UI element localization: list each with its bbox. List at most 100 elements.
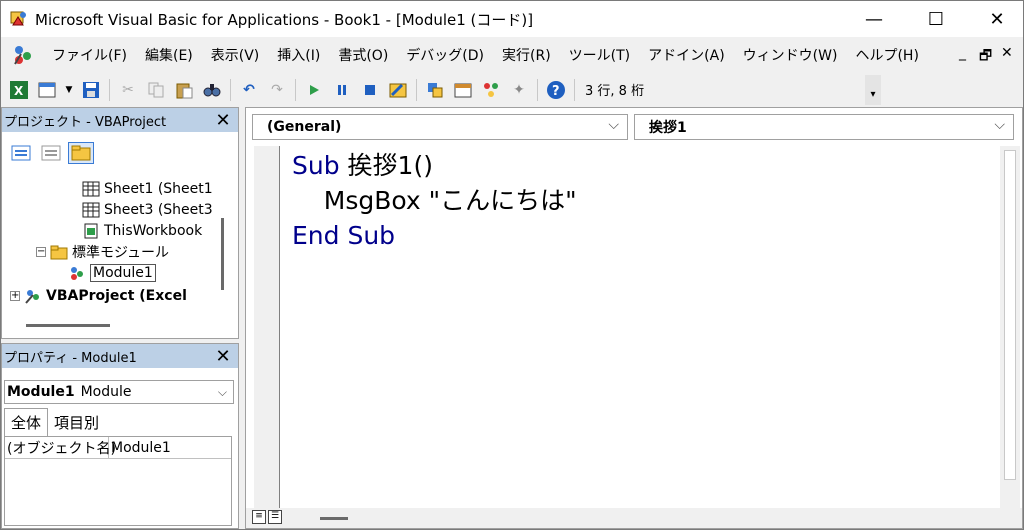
menu-window[interactable]: ウィンドウ(W)	[734, 45, 847, 65]
run-icon[interactable]	[303, 79, 325, 101]
properties-window-icon[interactable]	[452, 79, 474, 101]
expand-icon[interactable]: +	[10, 290, 20, 301]
insert-userform-icon[interactable]	[36, 79, 58, 101]
menu-run[interactable]: 実行(R)	[493, 45, 560, 65]
properties-panel-title: プロパティ - Module1	[4, 350, 137, 366]
toolbar-separator	[537, 78, 538, 101]
property-key: (オブジェクト名)	[5, 437, 116, 458]
toolbar-separator	[295, 78, 296, 101]
object-browser-icon[interactable]	[480, 79, 502, 101]
worksheet-icon	[82, 202, 100, 218]
code-line-3: End Sub	[292, 221, 396, 250]
toggle-folders-icon[interactable]	[68, 142, 94, 164]
menu-edit[interactable]: 編集(E)	[136, 45, 202, 65]
project-panel-close-button[interactable]: ✕	[212, 110, 234, 131]
design-mode-icon[interactable]	[387, 79, 409, 101]
property-row[interactable]: (オブジェクト名) Module1	[5, 437, 231, 459]
cursor-position: 3 行, 8 桁	[585, 84, 645, 99]
save-icon[interactable]	[80, 79, 102, 101]
object-name: Module1	[7, 384, 75, 400]
copy-icon[interactable]	[145, 79, 167, 101]
tree-item-sheet3[interactable]: Sheet3 (Sheet3	[82, 199, 213, 220]
code-line-1: Sub 挨拶1()	[292, 148, 577, 183]
chevron-down-icon: ⌵	[217, 384, 227, 399]
scrollbar-thumb[interactable]	[1004, 150, 1016, 480]
toolbar-grip[interactable]: ▾	[865, 75, 881, 105]
mdi-restore-button[interactable]: 🗗	[979, 45, 992, 69]
tree-item-label: VBAProject (Excel	[46, 287, 187, 304]
code-bottom-bar: ≡ ☰	[246, 508, 1022, 528]
project-toolbar	[2, 136, 238, 170]
menu-file[interactable]: ファイル(F)	[43, 45, 136, 65]
project-panel-title-bar: プロジェクト - VBAProject ✕	[2, 108, 238, 132]
tree-item-standard-modules[interactable]: − 標準モジュール	[36, 241, 169, 262]
menu-view[interactable]: 表示(V)	[202, 45, 269, 65]
toolbar-separator	[109, 78, 110, 101]
tree-item-vbaproject-excel[interactable]: + VBAProject (Excel	[10, 285, 187, 306]
redo-icon[interactable]: ↷	[266, 79, 288, 101]
close-button[interactable]: ✕	[974, 1, 1020, 37]
standard-toolbar: X ▼ ✂ ↶ ↷ ✦ ? 3 行, 8 桁	[1, 73, 881, 107]
tree-item-label: 標準モジュール	[72, 244, 170, 261]
tree-item-sheet1[interactable]: Sheet1 (Sheet1	[82, 178, 213, 199]
find-icon[interactable]	[201, 79, 223, 101]
reset-icon[interactable]	[359, 79, 381, 101]
project-vertical-scrollbar[interactable]	[221, 218, 224, 290]
toolbar-separator	[230, 78, 231, 101]
module-menu-icon[interactable]	[11, 44, 35, 66]
menu-help[interactable]: ヘルプ(H)	[846, 45, 927, 65]
project-explorer-icon[interactable]	[424, 79, 446, 101]
full-module-view-icon[interactable]: ☰	[268, 510, 282, 524]
undo-icon[interactable]: ↶	[238, 79, 260, 101]
project-horizontal-scrollbar[interactable]	[26, 324, 110, 327]
code-margin[interactable]	[254, 146, 280, 508]
tab-categorized[interactable]: 項目別	[48, 408, 105, 436]
view-object-icon[interactable]	[38, 142, 64, 164]
view-code-icon[interactable]	[8, 142, 34, 164]
menu-tools[interactable]: ツール(T)	[560, 45, 639, 65]
project-explorer-panel: プロジェクト - VBAProject ✕ Sheet1 (Sheet1 She…	[1, 107, 239, 339]
module-icon	[68, 265, 86, 281]
vba-app-icon[interactable]	[9, 9, 29, 29]
toolbox-icon[interactable]: ✦	[508, 79, 530, 101]
properties-panel-title-bar: プロパティ - Module1 ✕	[2, 344, 238, 368]
menu-addins[interactable]: アドイン(A)	[639, 45, 734, 65]
code-horizontal-scrollbar[interactable]	[320, 517, 348, 520]
mdi-minimize-button[interactable]: _	[959, 45, 966, 61]
help-icon[interactable]: ?	[545, 79, 567, 101]
view-excel-icon[interactable]: X	[8, 79, 30, 101]
keyword-sub: Sub	[292, 151, 340, 180]
procedure-combo[interactable]: 挨拶1 ⌵	[634, 114, 1014, 140]
tree-item-module1[interactable]: Module1	[68, 262, 156, 283]
minimize-button[interactable]: —	[851, 1, 897, 37]
tree-item-label: Sheet3 (Sheet3	[104, 201, 213, 218]
tree-item-label: Sheet1 (Sheet1	[104, 180, 213, 197]
toolbar-separator	[416, 78, 417, 101]
menu-format[interactable]: 書式(O)	[329, 45, 397, 65]
menu-debug[interactable]: デバッグ(D)	[397, 45, 493, 65]
paste-icon[interactable]	[173, 79, 195, 101]
properties-panel-close-button[interactable]: ✕	[212, 346, 234, 367]
worksheet-icon	[82, 181, 100, 197]
property-value[interactable]: Module1	[109, 437, 171, 458]
menu-insert[interactable]: 挿入(I)	[268, 45, 329, 65]
chevron-down-icon: ⌵	[994, 117, 1005, 133]
dropdown-arrow-icon[interactable]: ▼	[64, 79, 74, 101]
tree-item-thisworkbook[interactable]: ThisWorkbook	[82, 220, 202, 241]
folder-icon	[50, 244, 68, 260]
svg-text:?: ?	[552, 84, 560, 99]
cut-icon[interactable]: ✂	[117, 79, 139, 101]
mdi-close-button[interactable]: ✕	[1001, 45, 1013, 61]
vba-editor-window: Microsoft Visual Basic for Applications …	[0, 0, 1024, 530]
tab-alphabetic[interactable]: 全体	[4, 408, 49, 436]
code-text: 挨拶1()	[339, 151, 433, 180]
break-icon[interactable]	[331, 79, 353, 101]
object-combo[interactable]: (General) ⌵	[252, 114, 628, 140]
code-vertical-scrollbar[interactable]	[1000, 146, 1020, 510]
object-select[interactable]: Module1 Module ⌵	[4, 380, 234, 404]
procedure-view-icon[interactable]: ≡	[252, 510, 266, 524]
code-editor[interactable]: Sub 挨拶1() MsgBox "こんにちは" End Sub	[292, 148, 577, 253]
maximize-button[interactable]: ☐	[913, 1, 959, 37]
collapse-icon[interactable]: −	[36, 246, 46, 257]
vbaproject-icon	[24, 288, 42, 304]
